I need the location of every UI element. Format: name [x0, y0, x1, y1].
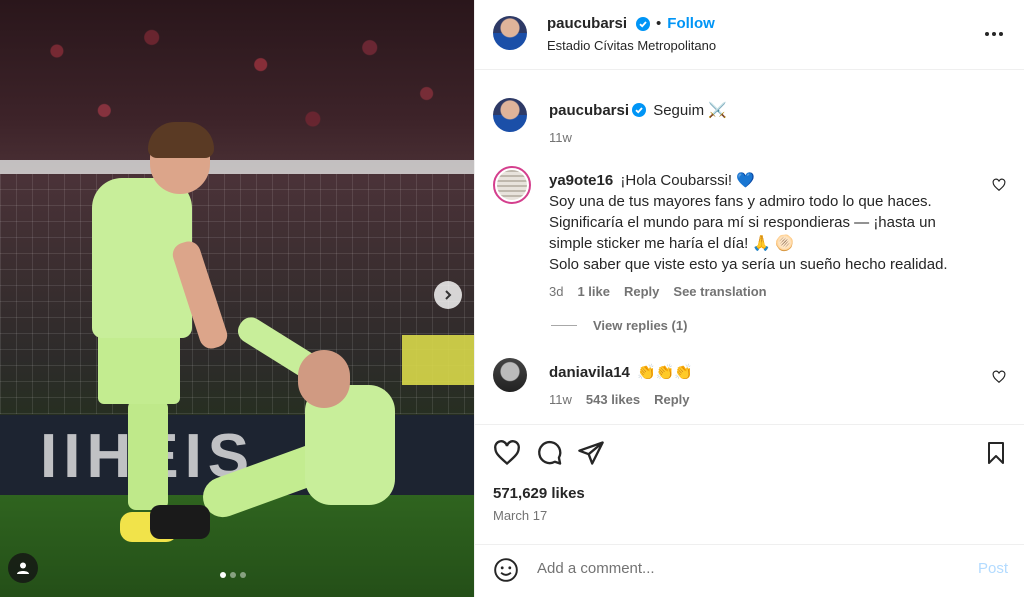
post-caption: paucubarsi Seguim ⚔️ 11w	[493, 98, 1006, 148]
carousel-dot	[240, 572, 246, 578]
comment-time[interactable]: 11w	[549, 389, 572, 410]
comment-item: daniavila14 👏👏👏 11w 543 likes Reply	[493, 358, 1006, 408]
post-date[interactable]: March 17	[493, 508, 547, 523]
comment-line: Solo saber que viste esto ya sería un su…	[549, 256, 948, 273]
comment-line: simple sticker me haría el día! 🙏 🫓	[549, 235, 794, 252]
like-heart-icon[interactable]	[493, 439, 521, 467]
see-translation-button[interactable]: See translation	[673, 281, 766, 302]
chevron-right-icon	[445, 290, 452, 300]
more-options-icon[interactable]	[984, 22, 1004, 46]
caption-author-avatar[interactable]	[493, 98, 527, 132]
reply-button[interactable]: Reply	[654, 389, 689, 410]
comment-input[interactable]	[537, 560, 917, 577]
emoji-picker-icon[interactable]	[493, 557, 519, 583]
post-header: paucubarsi • Follow Estadio Cívitas Metr…	[475, 0, 1024, 70]
next-image-button[interactable]	[434, 281, 462, 309]
comment-line: Soy una de tus mayores fans y admiro tod…	[549, 193, 932, 210]
commenter-username[interactable]: ya9ote16	[549, 172, 613, 189]
header-separator: •	[656, 15, 662, 32]
comment-likes[interactable]: 1 like	[577, 281, 610, 302]
comment-likes[interactable]: 543 likes	[586, 389, 640, 410]
crowd-background	[0, 0, 474, 170]
verified-badge-icon	[632, 103, 647, 117]
post-comment-button[interactable]: Post	[978, 560, 1008, 577]
post-image[interactable]: IIHEIS	[0, 0, 474, 597]
goal-crossbar	[0, 160, 474, 174]
seated-player-boot	[150, 505, 210, 539]
tagged-users-button[interactable]	[8, 553, 38, 583]
carousel-dot	[220, 572, 226, 578]
seated-player-head	[298, 350, 350, 408]
save-bookmark-icon[interactable]	[984, 439, 1008, 467]
verified-badge-icon	[636, 16, 651, 31]
follow-button[interactable]: Follow	[667, 15, 715, 32]
view-replies-label: View replies (1)	[593, 318, 688, 333]
commenter-avatar[interactable]	[493, 358, 527, 392]
comment-text: 👏👏👏	[637, 364, 694, 381]
comment-line: Significaría el mundo para mí si respond…	[549, 214, 936, 231]
reply-button[interactable]: Reply	[624, 281, 659, 302]
commenter-avatar[interactable]	[493, 166, 531, 204]
likes-count[interactable]: 571,629 likes	[493, 485, 585, 502]
replies-divider-line	[551, 325, 577, 326]
caption-text: Seguim ⚔️	[653, 102, 727, 119]
add-comment-bar: Post	[475, 544, 1024, 597]
caption-time[interactable]: 11w	[549, 127, 572, 148]
caption-username[interactable]: paucubarsi	[549, 102, 629, 119]
comment-like-heart-icon[interactable]	[992, 370, 1006, 384]
yellow-banner	[402, 335, 474, 385]
share-send-icon[interactable]	[577, 439, 605, 467]
post-actions: 571,629 likes March 17	[475, 424, 1024, 544]
view-replies-button[interactable]: View replies (1)	[551, 318, 687, 333]
commenter-username[interactable]: daniavila14	[549, 364, 630, 381]
post-side-panel: paucubarsi • Follow Estadio Cívitas Metr…	[474, 0, 1024, 597]
standing-player-leg	[128, 400, 168, 510]
standing-player-hair	[148, 122, 214, 158]
comment-bubble-icon[interactable]	[535, 439, 563, 467]
author-username[interactable]: paucubarsi	[547, 15, 627, 32]
carousel-indicators	[220, 572, 246, 578]
comment-line: ¡Hola Coubarssi! 💙	[620, 172, 755, 189]
post-location[interactable]: Estadio Cívitas Metropolitano	[547, 38, 716, 53]
comment-item: ya9ote16 ¡Hola Coubarssi! 💙 Soy una de t…	[493, 166, 1006, 306]
comment-time[interactable]: 3d	[549, 281, 563, 302]
user-icon	[17, 562, 29, 574]
standing-player-shorts	[98, 330, 180, 404]
author-avatar[interactable]	[493, 16, 527, 50]
carousel-dot	[230, 572, 236, 578]
comment-like-heart-icon[interactable]	[992, 178, 1006, 192]
